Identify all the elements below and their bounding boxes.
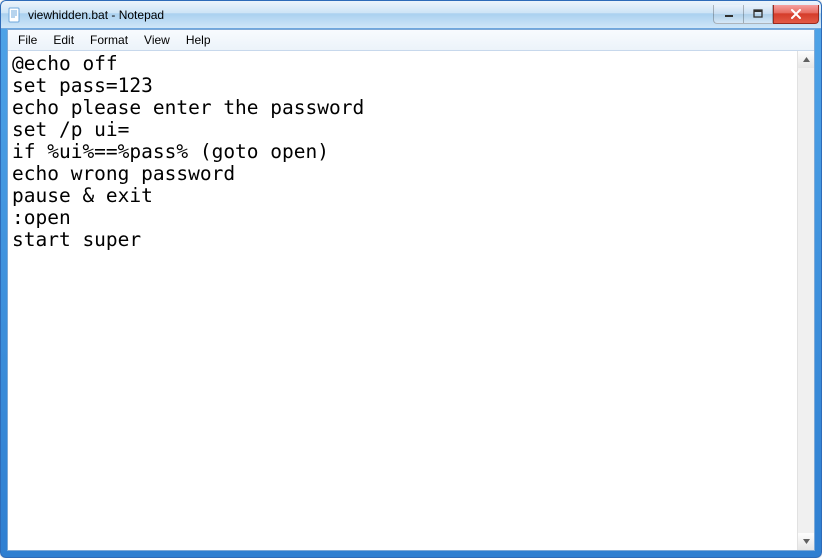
scroll-down-button[interactable] bbox=[798, 533, 814, 550]
client-area: File Edit Format View Help @echo off set… bbox=[7, 29, 815, 551]
vertical-scrollbar[interactable] bbox=[797, 51, 814, 550]
maximize-button[interactable] bbox=[743, 5, 773, 24]
minimize-button[interactable] bbox=[713, 5, 743, 24]
editor-area: @echo off set pass=123 echo please enter… bbox=[8, 51, 814, 550]
menu-format[interactable]: Format bbox=[82, 31, 136, 49]
minimize-icon bbox=[724, 9, 734, 19]
menu-view[interactable]: View bbox=[136, 31, 178, 49]
scroll-track[interactable] bbox=[798, 68, 814, 533]
notepad-icon bbox=[7, 7, 23, 23]
window-title: viewhidden.bat - Notepad bbox=[28, 8, 713, 22]
menubar: File Edit Format View Help bbox=[8, 30, 814, 51]
text-editor[interactable]: @echo off set pass=123 echo please enter… bbox=[8, 51, 797, 550]
maximize-icon bbox=[753, 9, 763, 19]
close-icon bbox=[790, 9, 802, 19]
menu-edit[interactable]: Edit bbox=[45, 31, 82, 49]
close-button[interactable] bbox=[773, 5, 819, 24]
scroll-up-icon bbox=[802, 55, 811, 64]
window-controls bbox=[713, 5, 819, 24]
titlebar[interactable]: viewhidden.bat - Notepad bbox=[1, 1, 821, 29]
scroll-down-icon bbox=[802, 537, 811, 546]
menu-file[interactable]: File bbox=[10, 31, 45, 49]
scroll-up-button[interactable] bbox=[798, 51, 814, 68]
notepad-window: viewhidden.bat - Notepad File bbox=[0, 0, 822, 558]
menu-help[interactable]: Help bbox=[178, 31, 219, 49]
